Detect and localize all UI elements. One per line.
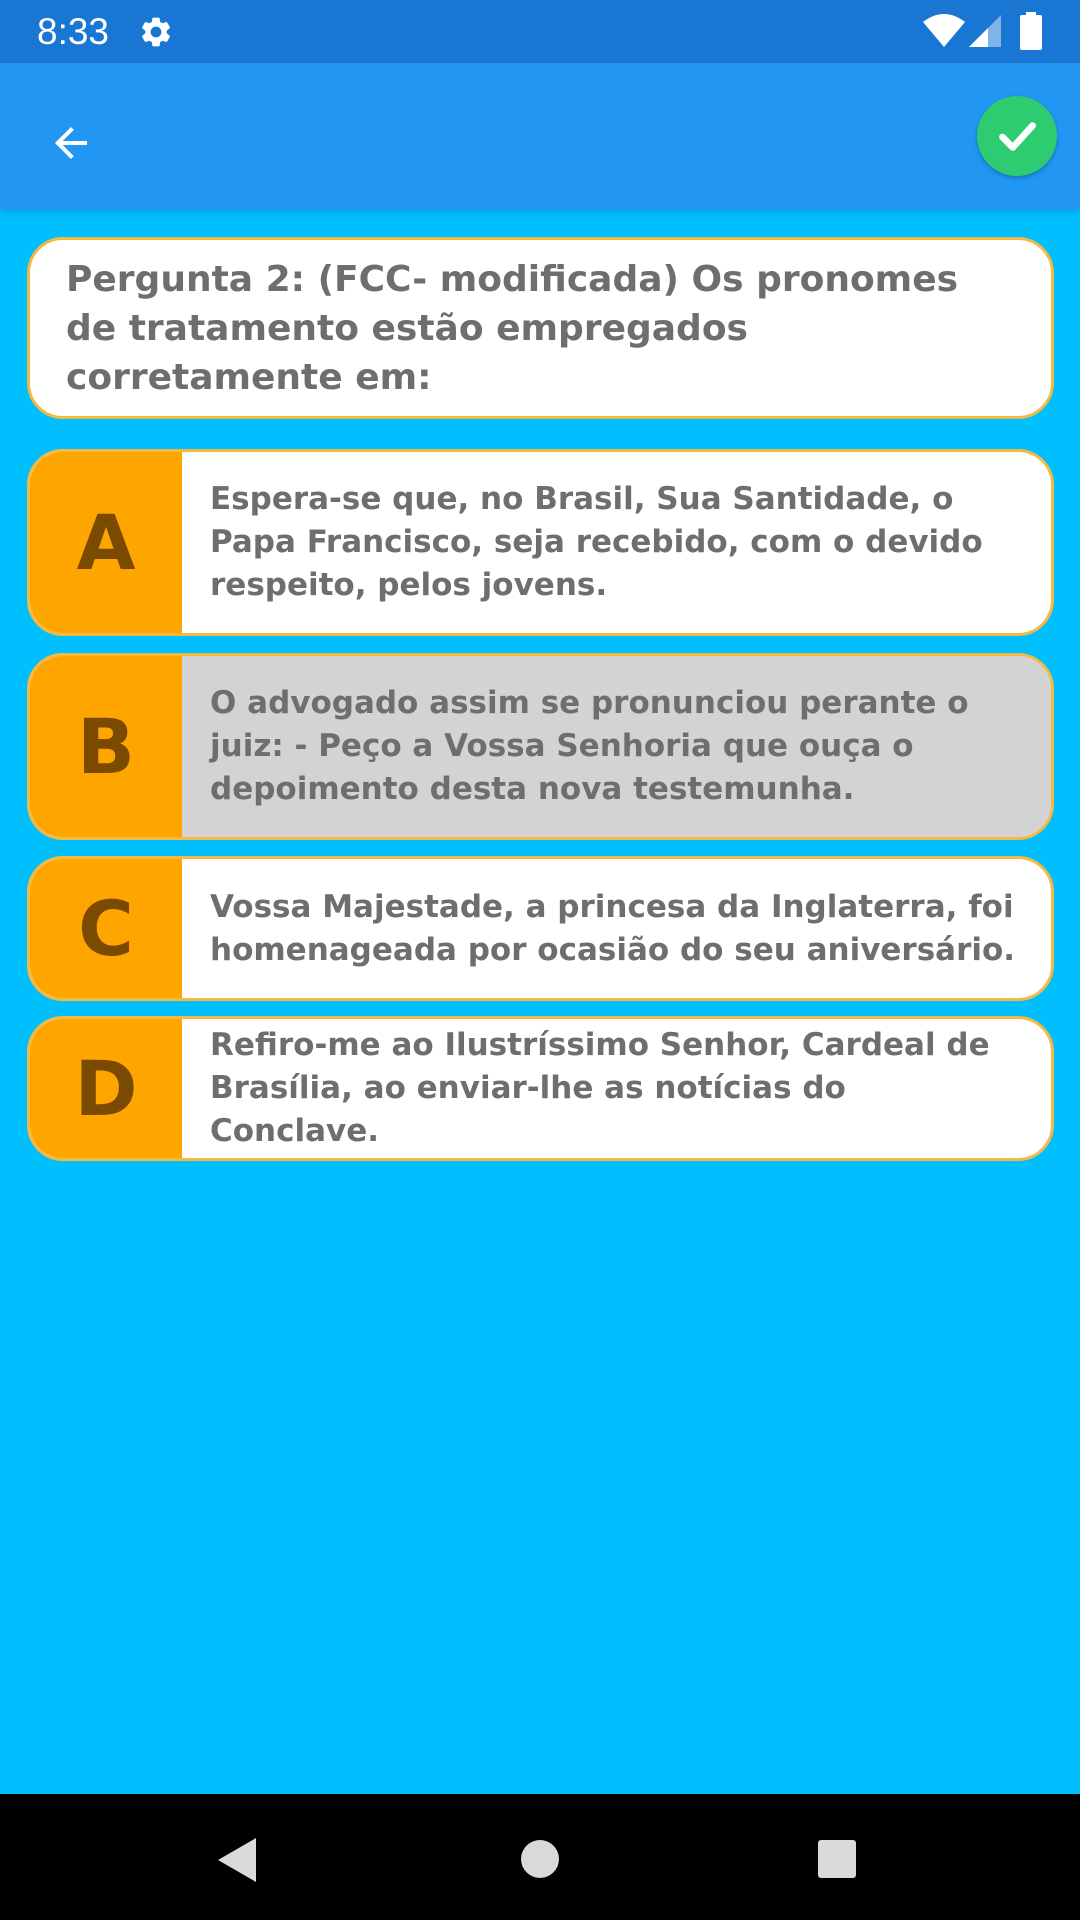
- option-text: Refiro-me ao Ilustríssimo Senhor, Cardea…: [210, 1027, 990, 1149]
- option-text: O advogado assim se pronunciou perante o…: [210, 685, 969, 807]
- nav-back-icon[interactable]: [216, 1836, 258, 1884]
- option-body-selected: O advogado assim se pronunciou perante o…: [182, 656, 1051, 837]
- option-c[interactable]: C Vossa Majestade, a princesa da Inglate…: [27, 856, 1054, 1001]
- gear-icon: [141, 17, 171, 47]
- option-letter: B: [30, 656, 182, 837]
- nav-recents-icon[interactable]: [817, 1839, 857, 1879]
- option-letter: C: [30, 859, 182, 998]
- option-a[interactable]: A Espera-se que, no Brasil, Sua Santidad…: [27, 449, 1054, 636]
- navigation-bar: [0, 1794, 1080, 1920]
- question-card: Pergunta 2: (FCC- modificada) Os pronome…: [27, 237, 1054, 419]
- option-text: Vossa Majestade, a princesa da Inglaterr…: [210, 888, 1016, 968]
- option-letter: D: [30, 1019, 182, 1158]
- nav-home-icon[interactable]: [520, 1839, 560, 1879]
- option-body: Espera-se que, no Brasil, Sua Santidade,…: [182, 452, 1051, 633]
- option-letter: A: [30, 452, 182, 633]
- option-d[interactable]: D Refiro-me ao Ilustríssimo Senhor, Card…: [27, 1016, 1054, 1161]
- battery-icon: [1020, 12, 1042, 50]
- wifi-icon: [923, 14, 965, 47]
- app-bar: [0, 63, 1080, 210]
- option-body: Refiro-me ao Ilustríssimo Senhor, Cardea…: [182, 1019, 1051, 1158]
- option-b[interactable]: B O advogado assim se pronunciou perante…: [27, 653, 1054, 840]
- option-text: Espera-se que, no Brasil, Sua Santidade,…: [210, 481, 983, 603]
- option-body: Vossa Majestade, a princesa da Inglaterr…: [182, 859, 1051, 998]
- arrow-left-icon: [55, 127, 87, 159]
- status-time: 8:33: [37, 11, 110, 52]
- question-text: Pergunta 2: (FCC- modificada) Os pronome…: [66, 258, 959, 398]
- status-bar: 8:33: [0, 0, 1080, 63]
- back-button[interactable]: [36, 108, 106, 178]
- cell-signal-icon: [969, 15, 1001, 47]
- check-icon: [999, 122, 1036, 151]
- confirm-button[interactable]: [977, 96, 1057, 176]
